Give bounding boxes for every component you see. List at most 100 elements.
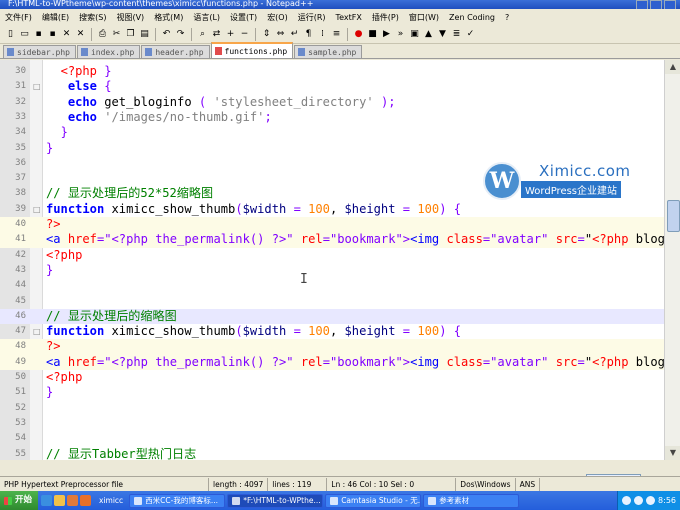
code-line[interactable]: 43}	[0, 263, 664, 278]
code-line[interactable]: 34 }	[0, 125, 664, 140]
taskbar-button[interactable]: *F:\HTML-to-WPthe...	[227, 493, 324, 508]
save-macro-icon[interactable]: ▣	[408, 28, 421, 41]
code-line[interactable]: 40 ?>	[0, 217, 664, 233]
code-line[interactable]: 32 echo get_bloginfo ( 'stylesheet_direc…	[0, 95, 664, 110]
code-line[interactable]: 39 □ function ximicc_show_thumb($width = 1…	[0, 202, 664, 217]
maximize-button[interactable]	[650, 0, 662, 9]
new-file-icon[interactable]: ▯	[4, 28, 17, 41]
close-window-button[interactable]	[664, 0, 676, 9]
menu-item[interactable]: Zen Coding	[444, 13, 500, 22]
sync-h-icon[interactable]: ⇔	[274, 28, 287, 41]
vertical-scrollbar[interactable]: ▲ ▼	[664, 60, 680, 460]
play-macro-icon[interactable]: ▶	[380, 28, 393, 41]
tab-file[interactable]: sample.php	[294, 45, 363, 58]
taskbar-button[interactable]: 参考素材	[423, 493, 520, 508]
volume-icon[interactable]	[634, 496, 644, 505]
tab-file[interactable]: functions.php	[210, 42, 294, 58]
code-line[interactable]: 54	[0, 431, 664, 446]
move-up-icon[interactable]: ▲	[422, 28, 435, 41]
security-icon[interactable]	[646, 496, 656, 505]
save-icon[interactable]: ▪	[32, 28, 45, 41]
code-line[interactable]: 53	[0, 416, 664, 431]
save-all-icon[interactable]: ▪	[46, 28, 59, 41]
run-multiple-icon[interactable]: »	[394, 28, 407, 41]
find-icon[interactable]: ⌕	[196, 28, 209, 41]
undo-icon[interactable]: ↶	[160, 28, 173, 41]
media-icon[interactable]	[67, 495, 79, 506]
replace-icon[interactable]: ⇄	[210, 28, 223, 41]
menu-item[interactable]: 编辑(E)	[37, 12, 74, 23]
fold-toggle-icon[interactable]: □	[33, 327, 41, 336]
all-chars-icon[interactable]: ¶	[302, 28, 315, 41]
tab-file[interactable]: header.php	[141, 45, 210, 58]
stop-macro-icon[interactable]: ■	[366, 28, 379, 41]
word-wrap-icon[interactable]: ↵	[288, 28, 301, 41]
code-line[interactable]: 33 echo '/images/no-thumb.gif';	[0, 110, 664, 125]
network-icon[interactable]	[622, 496, 632, 505]
spell-icon[interactable]: ✓	[464, 28, 477, 41]
code-line[interactable]: 44	[0, 278, 664, 293]
move-down-icon[interactable]: ▼	[436, 28, 449, 41]
menu-item[interactable]: 文件(F)	[0, 12, 37, 23]
code-line[interactable]: 35}	[0, 141, 664, 156]
close-icon[interactable]: ✕	[60, 28, 73, 41]
firefox-icon[interactable]	[80, 495, 92, 506]
code-line[interactable]: 47 □ function ximicc_show_thumb($width = 1…	[0, 324, 664, 339]
menu-item[interactable]: 设置(T)	[225, 12, 262, 23]
ximicc-toolbar[interactable]: ximicc	[95, 494, 127, 508]
fold-toggle-icon[interactable]: □	[33, 82, 41, 91]
taskbar-button[interactable]: Camtasia Studio - 无...	[325, 493, 422, 508]
tab-file[interactable]: sidebar.php	[3, 45, 76, 58]
code-line[interactable]: 50 <?php	[0, 370, 664, 385]
code-editor[interactable]: 30 <?php } 31 □ else {32 echo get_bloginfo…	[0, 60, 664, 460]
code-line[interactable]: 48 ?>	[0, 339, 664, 355]
line-number: 32	[15, 96, 26, 107]
sort-icon[interactable]: ≣	[450, 28, 463, 41]
menu-item[interactable]: 窗口(W)	[404, 12, 444, 23]
scroll-up-icon[interactable]: ▲	[665, 60, 680, 74]
menu-item[interactable]: 插件(P)	[367, 12, 404, 23]
menu-item[interactable]: 搜索(S)	[74, 12, 111, 23]
code-line[interactable]: 30 <?php }	[0, 64, 664, 79]
print-icon[interactable]: ⎙	[96, 28, 109, 41]
tab-file[interactable]: index.php	[76, 45, 141, 58]
minimize-button[interactable]	[636, 0, 648, 9]
code-line[interactable]: 31 □ else {	[0, 79, 664, 94]
zoom-out-icon[interactable]: −	[238, 28, 251, 41]
menu-item[interactable]: 视图(V)	[111, 12, 149, 23]
code-line[interactable]: 49 <a href="<?php the_permalink() ?>" rel…	[0, 354, 664, 370]
copy-icon[interactable]: ❐	[124, 28, 137, 41]
code-line[interactable]: 52	[0, 401, 664, 416]
menu-item[interactable]: 格式(M)	[149, 12, 188, 23]
menu-item[interactable]: 运行(R)	[293, 12, 331, 23]
ie-icon[interactable]	[41, 495, 53, 506]
indent-guide-icon[interactable]: ⁞	[316, 28, 329, 41]
taskbar-button[interactable]: 西米CC-我的博客标...	[129, 493, 226, 508]
menu-item[interactable]: TextFX	[331, 13, 367, 22]
zoom-in-icon[interactable]: +	[224, 28, 237, 41]
paste-icon[interactable]: ▤	[138, 28, 151, 41]
code-line[interactable]: 46 // 显示处理后的缩略图	[0, 308, 664, 325]
menu-item[interactable]: 语言(L)	[188, 12, 225, 23]
close-all-icon[interactable]: ✕	[74, 28, 87, 41]
record-macro-icon[interactable]: ●	[352, 28, 365, 41]
line-number: 50	[15, 372, 26, 382]
code-line[interactable]: 55 // 显示Tabber型热门日志	[0, 447, 664, 461]
redo-icon[interactable]: ↷	[174, 28, 187, 41]
start-button[interactable]: 开始	[0, 491, 39, 510]
scroll-thumb[interactable]	[667, 200, 680, 232]
open-file-icon[interactable]: ▭	[18, 28, 31, 41]
folder-icon[interactable]	[54, 495, 66, 506]
code-line[interactable]: 41 <a href="<?php the_permalink() ?>" rel…	[0, 232, 664, 248]
scroll-down-icon[interactable]: ▼	[665, 446, 680, 460]
menu-item[interactable]: ?	[500, 13, 514, 22]
line-number: 35	[15, 142, 26, 153]
fold-toggle-icon[interactable]: □	[33, 205, 41, 214]
sync-v-icon[interactable]: ⇕	[260, 28, 273, 41]
menu-item[interactable]: 宏(O)	[262, 12, 293, 23]
code-line[interactable]: 42 <?php	[0, 248, 664, 263]
lang-icon[interactable]: ≡	[330, 28, 343, 41]
code-line[interactable]: 45	[0, 294, 664, 309]
code-line[interactable]: 51}	[0, 385, 664, 400]
cut-icon[interactable]: ✂	[110, 28, 123, 41]
